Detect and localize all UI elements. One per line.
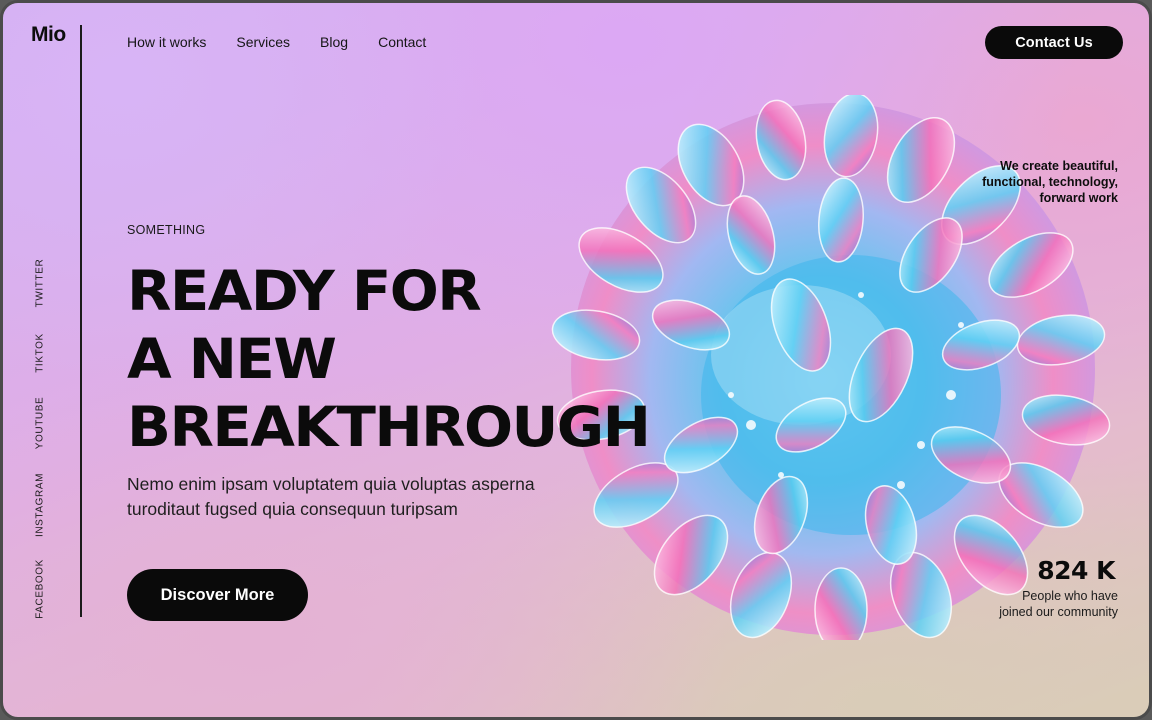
social-label: INSTAGRAM bbox=[34, 472, 46, 538]
community-label: People who have joined our community bbox=[968, 588, 1118, 620]
hero-eyebrow: SOMETHING bbox=[127, 223, 206, 237]
social-label: TWITTER bbox=[34, 258, 46, 308]
headline-line-2: A NEW bbox=[127, 327, 337, 391]
nav-blog[interactable]: Blog bbox=[320, 33, 348, 51]
nav-how-it-works[interactable]: How it works bbox=[127, 33, 206, 51]
headline-line-3: BREAKTHROUGH bbox=[127, 395, 651, 459]
logo[interactable]: Mio bbox=[31, 23, 66, 47]
main-nav: How it works Services Blog Contact bbox=[127, 33, 456, 51]
landing-page: Mio How it works Services Blog Contact C… bbox=[0, 0, 1152, 720]
nav-contact[interactable]: Contact bbox=[378, 33, 426, 51]
contact-us-button[interactable]: Contact Us bbox=[985, 26, 1123, 59]
headline-line-1: READY FOR bbox=[127, 259, 482, 323]
hero-description: Nemo enim ipsam voluptatem quia voluptas… bbox=[127, 472, 567, 522]
nav-services[interactable]: Services bbox=[236, 33, 290, 51]
hero-headline: READY FOR A NEW BREAKTHROUGH bbox=[127, 257, 707, 461]
social-link-youtube[interactable]: YOUTUBE bbox=[25, 383, 55, 463]
description-line-2: turoditaut fugsed quia consequun turipsa… bbox=[127, 499, 458, 519]
social-link-tiktok[interactable]: TIKTOK bbox=[25, 313, 55, 393]
tagline: We create beautiful, functional, technol… bbox=[918, 158, 1118, 206]
sidebar-divider bbox=[80, 25, 82, 617]
description-line-1: Nemo enim ipsam voluptatem quia voluptas… bbox=[127, 474, 535, 494]
tagline-line-2: functional, technology, bbox=[982, 175, 1118, 189]
social-link-instagram[interactable]: INSTAGRAM bbox=[25, 465, 55, 545]
social-link-twitter[interactable]: TWITTER bbox=[25, 243, 55, 323]
social-label: TIKTOK bbox=[34, 333, 46, 373]
tagline-line-1: We create beautiful, bbox=[1000, 159, 1118, 173]
tagline-line-3: forward work bbox=[1039, 191, 1119, 205]
community-label-line-1: People who have bbox=[1022, 589, 1118, 603]
discover-more-button[interactable]: Discover More bbox=[127, 569, 308, 621]
community-label-line-2: joined our community bbox=[999, 605, 1118, 619]
social-link-facebook[interactable]: FACEBOOK bbox=[25, 549, 55, 629]
social-label: YOUTUBE bbox=[34, 396, 46, 450]
social-label: FACEBOOK bbox=[34, 559, 46, 619]
community-count: 824 K bbox=[1037, 556, 1115, 585]
